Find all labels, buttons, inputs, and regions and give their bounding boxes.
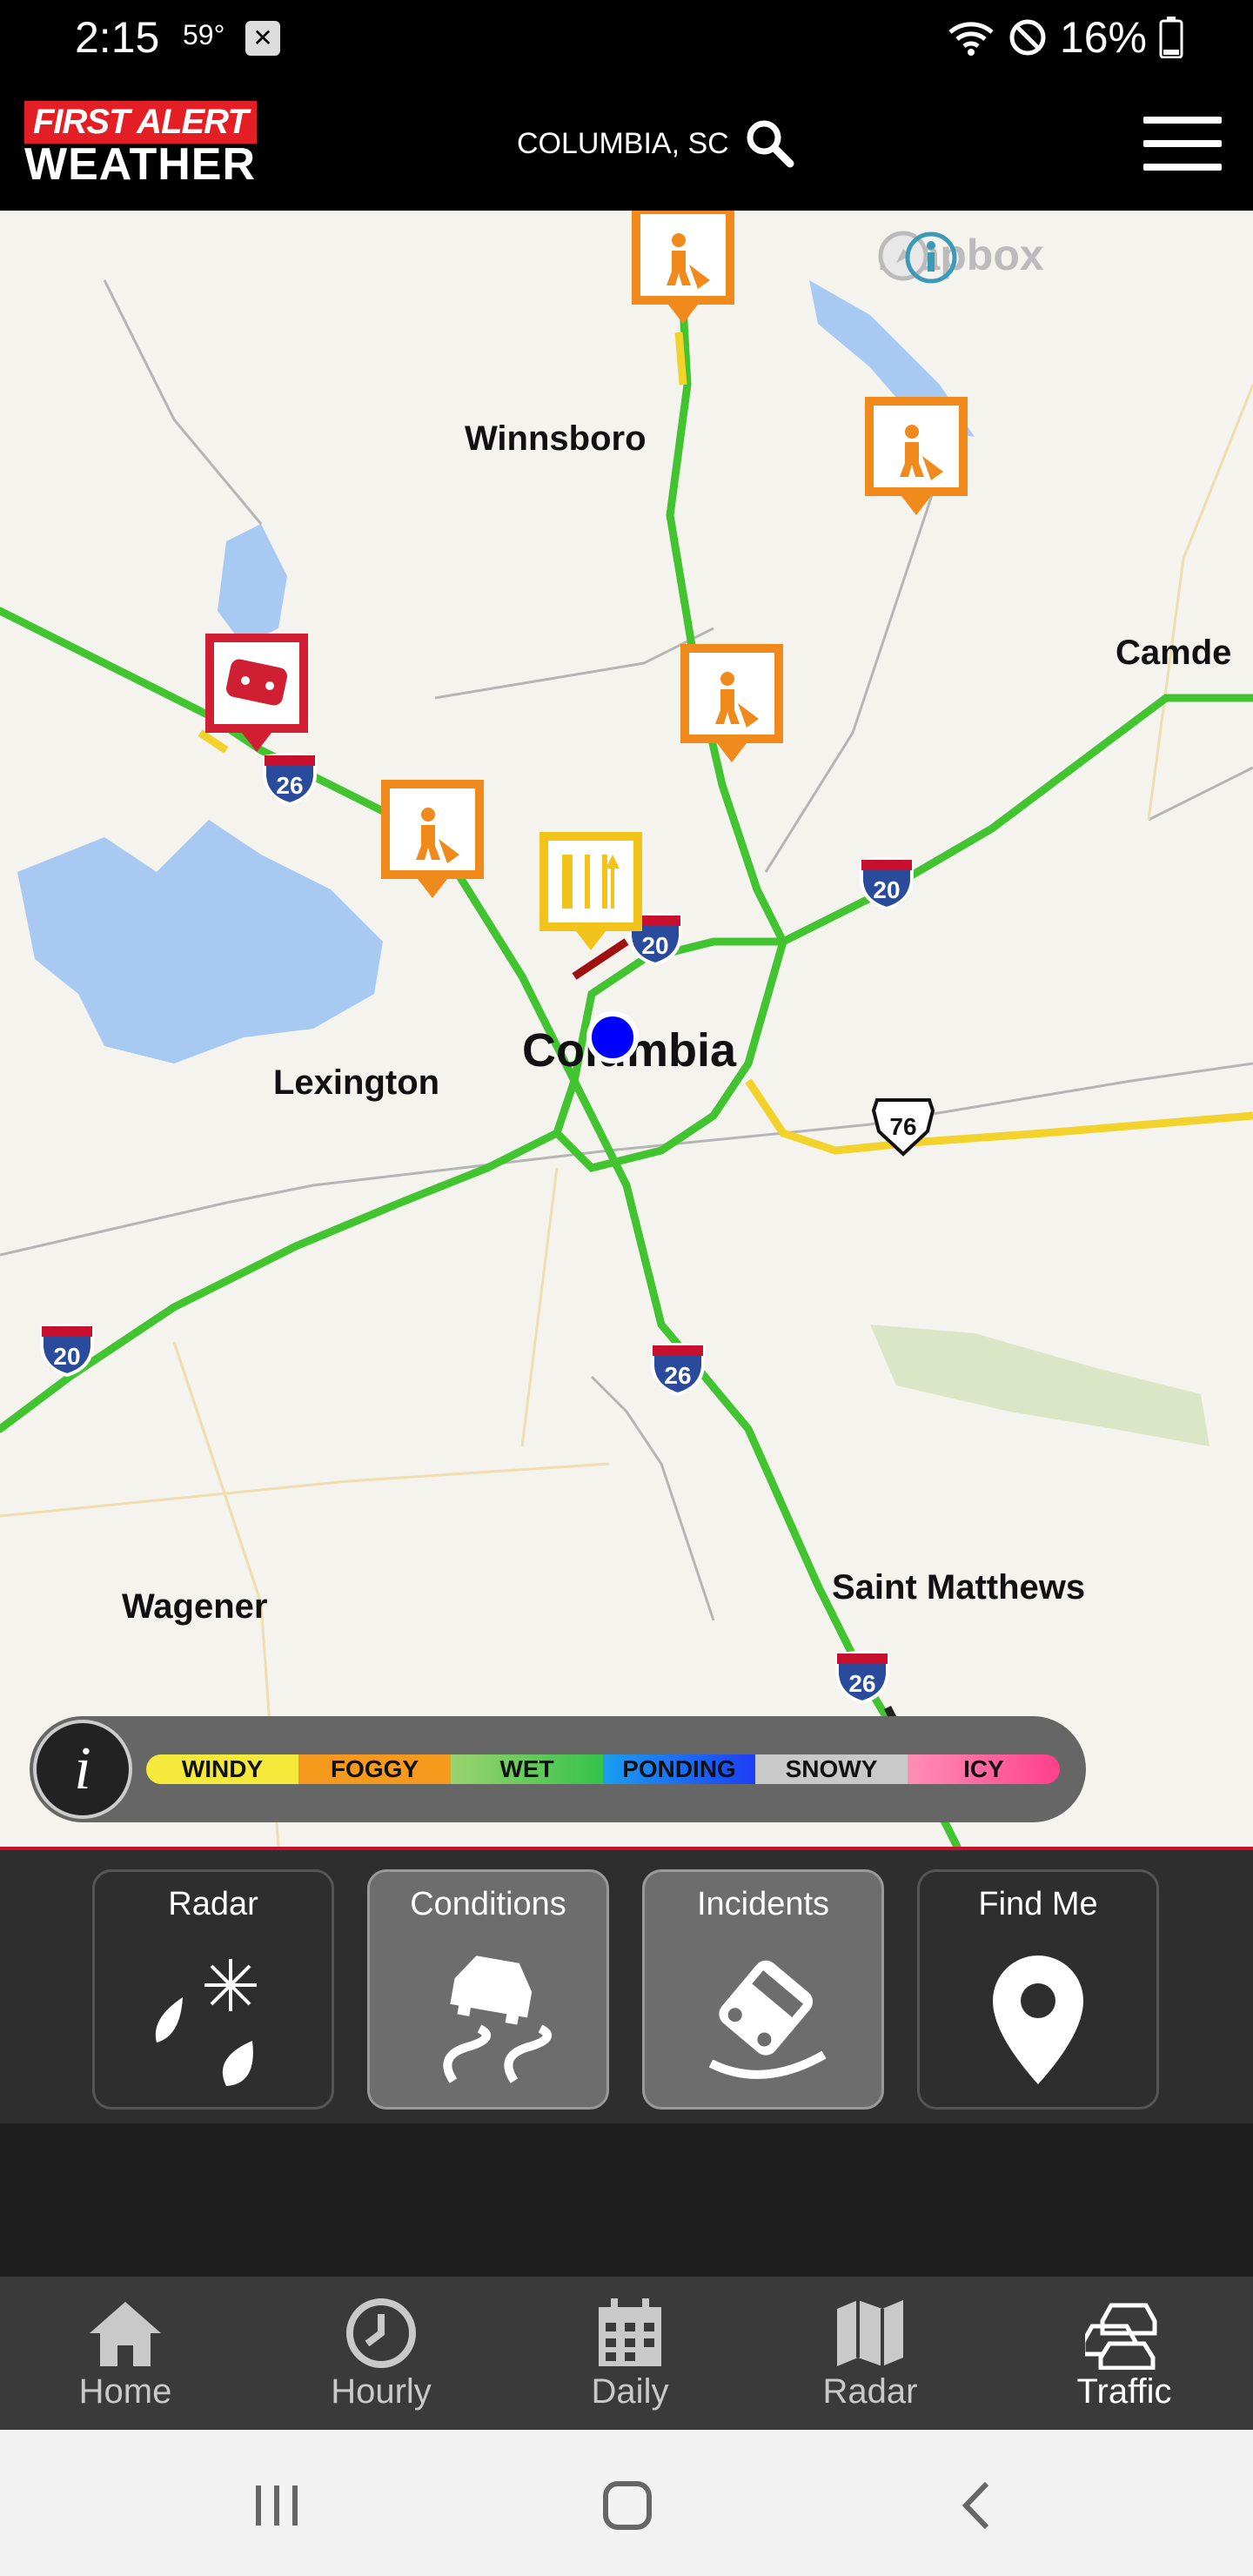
calendar-icon	[599, 2298, 661, 2366]
tab-hourly[interactable]: Hourly	[294, 2294, 468, 2412]
first-alert-weather-logo[interactable]: FIRST ALERT WEATHER	[24, 101, 278, 190]
city-label: Wagener	[122, 1587, 268, 1626]
map-info-icon[interactable]	[903, 230, 959, 285]
interstate-26-shield: 26	[651, 1343, 705, 1396]
tab-label: Traffic	[1076, 2372, 1172, 2411]
clock-icon	[346, 2298, 416, 2368]
svg-text:76: 76	[889, 1113, 916, 1140]
interstate-26-shield: 26	[835, 1651, 889, 1704]
location-search[interactable]: COLUMBIA, SC	[517, 118, 795, 169]
tab-label: Radar	[822, 2372, 918, 2411]
conditions-legend: i WINDY FOGGY WET PONDING SNOWY ICY	[30, 1716, 1086, 1822]
back-icon[interactable]	[959, 2480, 994, 2531]
legend-icy: ICY	[908, 1754, 1060, 1784]
svg-text:20: 20	[641, 932, 668, 959]
menu-icon[interactable]	[1143, 117, 1222, 171]
lake	[218, 524, 287, 646]
lake-murray	[17, 820, 383, 1063]
road-work-marker[interactable]	[861, 393, 971, 524]
location-pin-icon	[993, 1955, 1083, 2084]
city-label: Saint Matthews	[832, 1568, 1086, 1607]
mapbox-attribution[interactable]: mapbox	[877, 230, 1044, 284]
home-button-icon[interactable]	[602, 2480, 653, 2531]
interstate-20-shield: 20	[40, 1324, 94, 1377]
tab-label: Home	[78, 2372, 172, 2411]
tab-radar[interactable]: Radar	[783, 2294, 957, 2412]
traffic-icon	[1085, 2303, 1157, 2370]
legend-foggy: FOGGY	[298, 1754, 451, 1784]
svg-text:26: 26	[664, 1362, 691, 1389]
current-location-dot	[586, 1011, 639, 1063]
home-icon	[90, 2302, 161, 2366]
crash-marker[interactable]	[202, 630, 312, 761]
tab-daily[interactable]: Daily	[543, 2294, 717, 2412]
us-76-shield: 76	[871, 1098, 935, 1157]
city-label: Lexington	[273, 1063, 440, 1102]
do-not-disturb-icon	[1009, 19, 1046, 56]
map-icon	[837, 2300, 903, 2366]
radar-layer-button[interactable]: Radar	[92, 1869, 334, 2110]
lane-closure-marker[interactable]	[536, 828, 646, 959]
city-label: Camde	[1116, 634, 1232, 672]
app-header: FIRST ALERT WEATHER COLUMBIA, SC	[0, 77, 1253, 211]
incidents-layer-button[interactable]: Incidents	[642, 1869, 884, 2110]
park-area	[870, 1325, 1209, 1446]
location-label: COLUMBIA, SC	[517, 126, 729, 160]
find-me-button[interactable]: Find Me	[917, 1869, 1159, 2110]
svg-text:20: 20	[53, 1343, 80, 1370]
wifi-icon	[948, 22, 994, 56]
tab-traffic[interactable]: Traffic	[1037, 2294, 1211, 2412]
conditions-layer-button[interactable]: Conditions	[367, 1869, 609, 2110]
legend-scale: WINDY FOGGY WET PONDING SNOWY ICY	[146, 1754, 1060, 1784]
crash-icon	[708, 1960, 827, 2079]
rain-snow-icon	[155, 1959, 257, 2086]
tab-home[interactable]: Home	[38, 2294, 212, 2412]
system-navigation-bar	[0, 2430, 1253, 2576]
button-label: Radar	[168, 1886, 258, 1922]
legend-wet: WET	[451, 1754, 603, 1784]
traffic-map[interactable]: mapbox Winnsboro Camde Lexington Columbi…	[0, 211, 1253, 1847]
legend-info-button[interactable]: i	[33, 1720, 132, 1819]
notification-icon: ✕	[245, 21, 280, 56]
legend-windy: WINDY	[146, 1754, 298, 1784]
button-label: Find Me	[978, 1886, 1098, 1922]
button-label: Conditions	[410, 1886, 566, 1922]
search-icon[interactable]	[745, 118, 795, 169]
status-bar: 2:15 59° ✕ 16%	[0, 0, 1253, 77]
map-layer-panel: Radar Conditions Incidents Find Me	[0, 1847, 1253, 2123]
logo-line2: WEATHER	[24, 139, 257, 190]
logo-line1: FIRST ALERT	[24, 101, 257, 144]
tab-label: Hourly	[331, 2372, 432, 2411]
status-time: 2:15	[75, 13, 160, 62]
road-work-marker[interactable]	[677, 641, 787, 771]
road-work-marker[interactable]	[628, 211, 738, 332]
bottom-navigation: Home Hourly Daily Radar Traffic	[0, 2277, 1253, 2430]
road-work-marker[interactable]	[378, 776, 487, 907]
status-temp: 59°	[183, 19, 225, 50]
tab-label: Daily	[591, 2372, 669, 2411]
svg-text:26: 26	[848, 1670, 875, 1697]
legend-ponding: PONDING	[603, 1754, 755, 1784]
battery-percent: 16%	[1059, 13, 1147, 62]
legend-snowy: SNOWY	[755, 1754, 908, 1784]
button-label: Incidents	[696, 1886, 830, 1922]
city-label: Winnsboro	[465, 419, 647, 458]
svg-text:20: 20	[873, 876, 900, 903]
battery-icon	[1159, 17, 1183, 58]
svg-text:26: 26	[276, 772, 303, 799]
recent-apps-icon[interactable]	[252, 2484, 301, 2527]
status-right: 16%	[947, 12, 1183, 63]
slippery-road-icon	[443, 1955, 552, 2083]
interstate-20-shield: 20	[860, 857, 914, 910]
